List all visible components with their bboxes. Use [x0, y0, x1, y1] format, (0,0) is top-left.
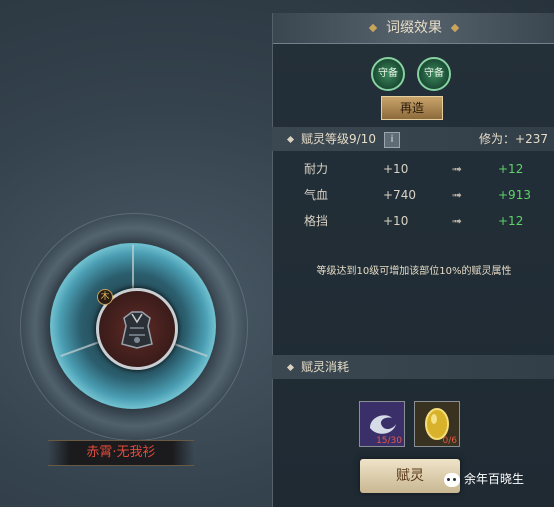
stat-row: 气血 +740 ➟ +913 — [272, 184, 554, 206]
panel-header: 词缀效果 — [273, 13, 554, 44]
diamond-icon — [286, 135, 295, 144]
diamond-icon — [368, 23, 378, 33]
consume-item[interactable]: 15/30 — [359, 401, 405, 447]
arrow-icon: ➟ — [452, 162, 463, 176]
rebuild-button[interactable]: 再造 — [381, 96, 443, 120]
armor-icon — [121, 311, 153, 349]
consume-bar: 赋灵消耗 — [272, 355, 554, 379]
consume-title: 赋灵消耗 — [301, 360, 350, 374]
consume-item[interactable]: 0/6 — [414, 401, 460, 447]
ring-divider-top — [132, 245, 134, 289]
equipment-display: 木 赤霄·无我衫 — [0, 0, 270, 507]
enhance-level-bar: 赋灵等级9/10 i 修为：+237 — [272, 127, 554, 151]
stat-current: +10 — [383, 162, 409, 176]
stat-name: 气血 — [304, 188, 329, 202]
arrow-icon: ➟ — [452, 214, 463, 228]
wechat-icon — [444, 472, 460, 487]
panel-title: 词缀效果 — [386, 20, 442, 36]
cultivation-value: 修为：+237 — [479, 132, 548, 146]
watermark: 余年百晓生 — [444, 470, 524, 487]
stat-name: 格挡 — [304, 214, 329, 228]
diamond-icon — [286, 363, 295, 372]
stat-current: +740 — [383, 188, 416, 202]
stat-row: 格挡 +10 ➟ +12 — [272, 210, 554, 232]
arrow-icon: ➟ — [452, 188, 463, 202]
level-note: 等级达到10级可增加该部位10%的赋灵属性 — [316, 266, 512, 277]
diamond-icon — [450, 23, 460, 33]
stat-next: +913 — [498, 188, 531, 202]
stat-row: 耐力 +10 ➟ +12 — [272, 158, 554, 180]
enhance-level-label: 赋灵等级9/10 — [301, 132, 376, 146]
equipment-name: 赤霄·无我衫 — [48, 440, 194, 466]
info-button[interactable]: i — [383, 131, 400, 148]
stat-current: +10 — [383, 214, 409, 228]
stat-name: 耐力 — [304, 162, 329, 176]
stat-next: +12 — [498, 214, 524, 228]
item-count: 0/6 — [442, 436, 457, 446]
item-count: 15/30 — [376, 436, 402, 446]
affix-badge[interactable]: 守备 — [371, 57, 405, 91]
watermark-text: 余年百晓生 — [464, 472, 525, 486]
affix-panel: 词缀效果 — [272, 13, 554, 507]
stat-next: +12 — [498, 162, 524, 176]
affix-badge[interactable]: 守备 — [417, 57, 451, 91]
element-badge-icon: 木 — [97, 289, 113, 305]
